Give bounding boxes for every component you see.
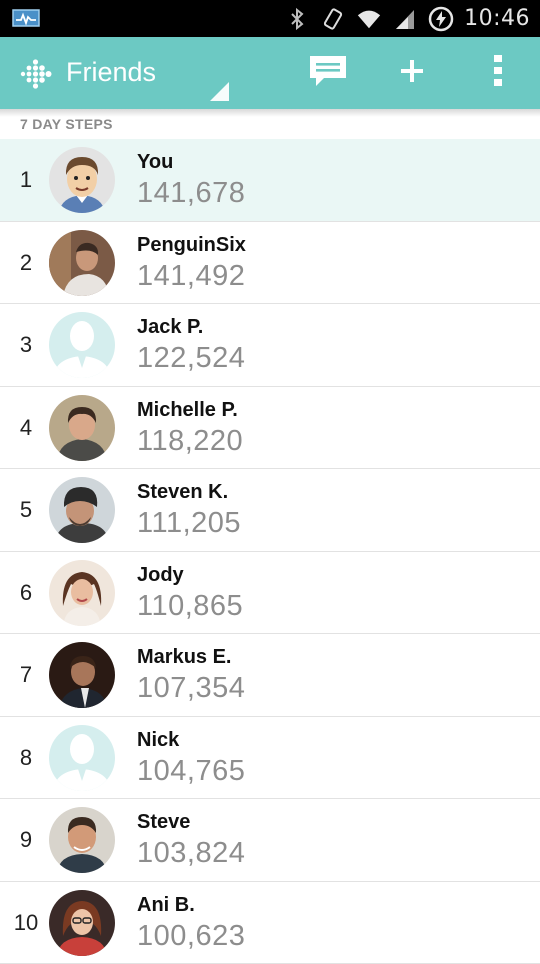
list-item[interactable]: 8 Nick 104,765 [0, 717, 540, 800]
rank-number: 1 [0, 139, 52, 221]
overflow-menu-icon [492, 54, 504, 93]
step-count: 118,220 [137, 425, 243, 458]
step-count: 122,524 [137, 342, 245, 375]
friend-name: Steven K. [137, 481, 228, 504]
list-item[interactable]: 9 Steve 103,824 [0, 799, 540, 882]
rank-number: 10 [0, 882, 52, 964]
page-title[interactable]: Friends [66, 57, 156, 88]
photo-avatar [49, 230, 115, 296]
photo-avatar [49, 642, 115, 708]
status-bar: 10:46 [0, 0, 540, 37]
spinner-indicator-icon[interactable] [210, 82, 229, 101]
rank-number: 2 [0, 222, 52, 304]
message-icon [308, 54, 348, 93]
add-icon [400, 59, 424, 88]
step-count: 103,824 [137, 837, 245, 870]
friend-name: Steve [137, 811, 190, 834]
message-button[interactable] [298, 37, 358, 109]
clock: 10:46 [464, 6, 530, 31]
rank-number: 3 [0, 304, 52, 386]
list-item[interactable]: 10 Ani B. 100,623 [0, 882, 540, 964]
friend-name: Michelle P. [137, 399, 238, 422]
rank-number: 4 [0, 387, 52, 469]
leaderboard-list: 1 You 141,678 2 Pengu [0, 139, 540, 964]
default-avatar [49, 312, 115, 378]
list-item[interactable]: 2 PenguinSix 141,492 [0, 222, 540, 305]
photo-avatar [49, 890, 115, 956]
rank-number: 5 [0, 469, 52, 551]
cartoon-avatar [49, 147, 115, 213]
step-count: 111,205 [137, 507, 241, 540]
friend-name: Nick [137, 729, 179, 752]
list-item[interactable]: 1 You 141,678 [0, 139, 540, 222]
list-item[interactable]: 5 Steven K. 111,205 [0, 469, 540, 552]
step-count: 141,492 [137, 260, 245, 293]
fitbit-logo-icon[interactable] [16, 55, 54, 93]
friend-name: PenguinSix [137, 234, 246, 257]
friend-name: You [137, 151, 173, 174]
app-bar: Friends [0, 37, 540, 109]
friend-name: Markus E. [137, 646, 231, 669]
step-count: 141,678 [137, 177, 245, 210]
overflow-menu-button[interactable] [468, 37, 528, 109]
friend-name: Jody [137, 564, 184, 587]
friend-name: Jack P. [137, 316, 203, 339]
rank-number: 9 [0, 799, 52, 881]
bluetooth-icon [284, 6, 310, 32]
photo-avatar [49, 560, 115, 626]
section-header: 7 DAY STEPS [20, 116, 113, 132]
signal-icon [392, 6, 418, 32]
photo-avatar [49, 807, 115, 873]
rank-number: 8 [0, 717, 52, 799]
photo-avatar [49, 395, 115, 461]
add-friend-button[interactable] [382, 37, 442, 109]
sync-icon [428, 6, 454, 32]
step-count: 107,354 [137, 672, 245, 705]
step-count: 104,765 [137, 755, 245, 788]
rank-number: 6 [0, 552, 52, 634]
list-item[interactable]: 6 Jody 110,865 [0, 552, 540, 635]
step-count: 110,865 [137, 590, 243, 623]
default-avatar [49, 725, 115, 791]
vibrate-icon [320, 6, 346, 32]
notification-icon [12, 8, 40, 28]
list-item[interactable]: 7 Markus E. 107,354 [0, 634, 540, 717]
list-item[interactable]: 3 Jack P. 122,524 [0, 304, 540, 387]
step-count: 100,623 [137, 920, 245, 953]
wifi-icon [356, 6, 382, 32]
rank-number: 7 [0, 634, 52, 716]
friend-name: Ani B. [137, 894, 195, 917]
photo-avatar [49, 477, 115, 543]
list-item[interactable]: 4 Michelle P. 118,220 [0, 387, 540, 470]
